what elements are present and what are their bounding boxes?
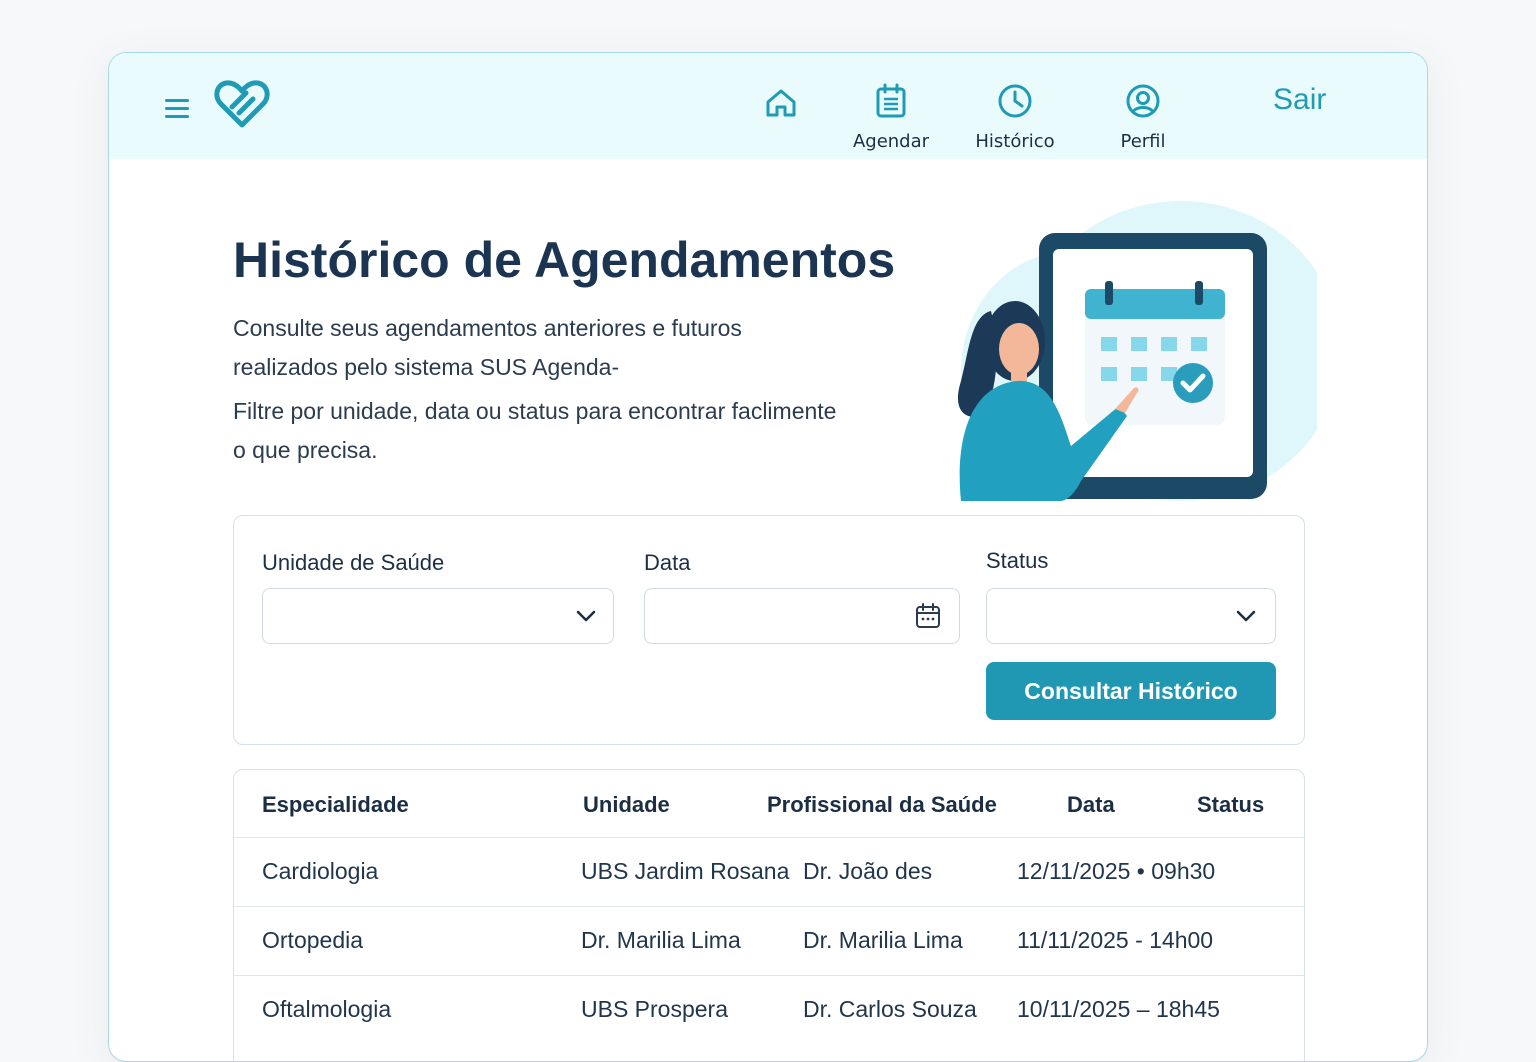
nav-agendar[interactable]: Agendar <box>847 83 935 152</box>
cell-unidade: UBS Prospera <box>581 996 729 1022</box>
table-row[interactable]: Ortopedia Dr. Marilia Lima Dr. Marilia L… <box>234 907 1304 976</box>
table-row[interactable]: Cardiologia UBS Jardim Rosana Dr. João d… <box>234 838 1304 907</box>
nav-home[interactable] <box>763 87 799 123</box>
table-row[interactable]: Oftalmologia UBS Prospera Dr. Carlos Sou… <box>234 976 1304 1045</box>
top-navigation-bar: Agendar Histórico Perfil Sair <box>109 53 1427 159</box>
cell-especialidade: Cardiologia <box>262 858 379 884</box>
appointments-table: Especialidade Unidade Profissional da Sa… <box>233 769 1305 1061</box>
intro-paragraph-2: Filtre por unidade, data ou status para … <box>233 398 837 463</box>
cell-especialidade: Ortopedia <box>262 927 364 953</box>
cell-data: 10/11/2025 – 18h45 <box>1017 996 1220 1022</box>
column-header-status: Status <box>1197 792 1265 817</box>
chevron-down-icon <box>1235 605 1257 631</box>
column-header-unidade: Unidade <box>583 792 670 817</box>
cell-unidade: Dr. Marilia Lima <box>581 927 741 953</box>
cell-data: 11/11/2025 - 14h00 <box>1017 927 1214 953</box>
clock-icon <box>971 83 1059 123</box>
user-circle-icon <box>1099 83 1187 123</box>
status-select[interactable] <box>986 588 1276 644</box>
column-header-data: Data <box>1067 792 1115 817</box>
consultar-historico-button[interactable]: Consultar Histórico <box>986 662 1276 720</box>
cell-profissional: Dr. Carlos Souza <box>803 996 977 1022</box>
calendar-icon[interactable] <box>915 603 941 633</box>
column-header-especialidade: Especialidade <box>262 792 409 817</box>
nav-historico-label: Histórico <box>975 131 1055 152</box>
unidade-select[interactable] <box>262 588 614 644</box>
cell-data: 12/11/2025 • 09h30 <box>1017 858 1216 884</box>
data-label: Data <box>644 550 691 575</box>
nav-perfil[interactable]: Perfil <box>1099 83 1187 152</box>
column-header-profissional: Profissional da Saúde <box>767 792 997 817</box>
chevron-down-icon <box>575 605 597 631</box>
status-label: Status <box>986 548 1049 573</box>
app-window: Agendar Histórico Perfil Sair Histórico … <box>108 52 1428 1062</box>
intro-paragraph-1: Consulte seus agendamentos anteriores e … <box>233 315 742 380</box>
cell-especialidade: Oftalmologia <box>262 996 392 1022</box>
nav-historico[interactable]: Histórico <box>971 83 1059 152</box>
unidade-label: Unidade de Saúde <box>262 550 445 575</box>
nav-perfil-label: Perfil <box>1120 131 1166 152</box>
heart-logo-icon[interactable] <box>213 77 271 131</box>
calendar-illustration <box>921 201 1341 501</box>
hamburger-menu-icon[interactable] <box>163 96 191 120</box>
cell-profissional: Dr. Marilia Lima <box>803 927 963 953</box>
nav-agendar-label: Agendar <box>852 131 930 152</box>
logout-link[interactable]: Sair <box>1273 83 1326 117</box>
page-title: Histórico de Agendamentos <box>233 232 896 288</box>
home-icon <box>763 87 799 123</box>
calendar-list-icon <box>847 83 935 123</box>
cell-profissional: Dr. João des <box>803 858 933 884</box>
intro-text: Consulte seus agendamentos anteriores e … <box>233 309 853 470</box>
filter-panel: Unidade de Saúde Data Status Consultar H… <box>233 515 1305 745</box>
table-header: Especialidade Unidade Profissional da Sa… <box>234 770 1304 838</box>
cell-unidade: UBS Jardim Rosana <box>581 858 790 884</box>
data-date-input[interactable] <box>644 588 960 644</box>
